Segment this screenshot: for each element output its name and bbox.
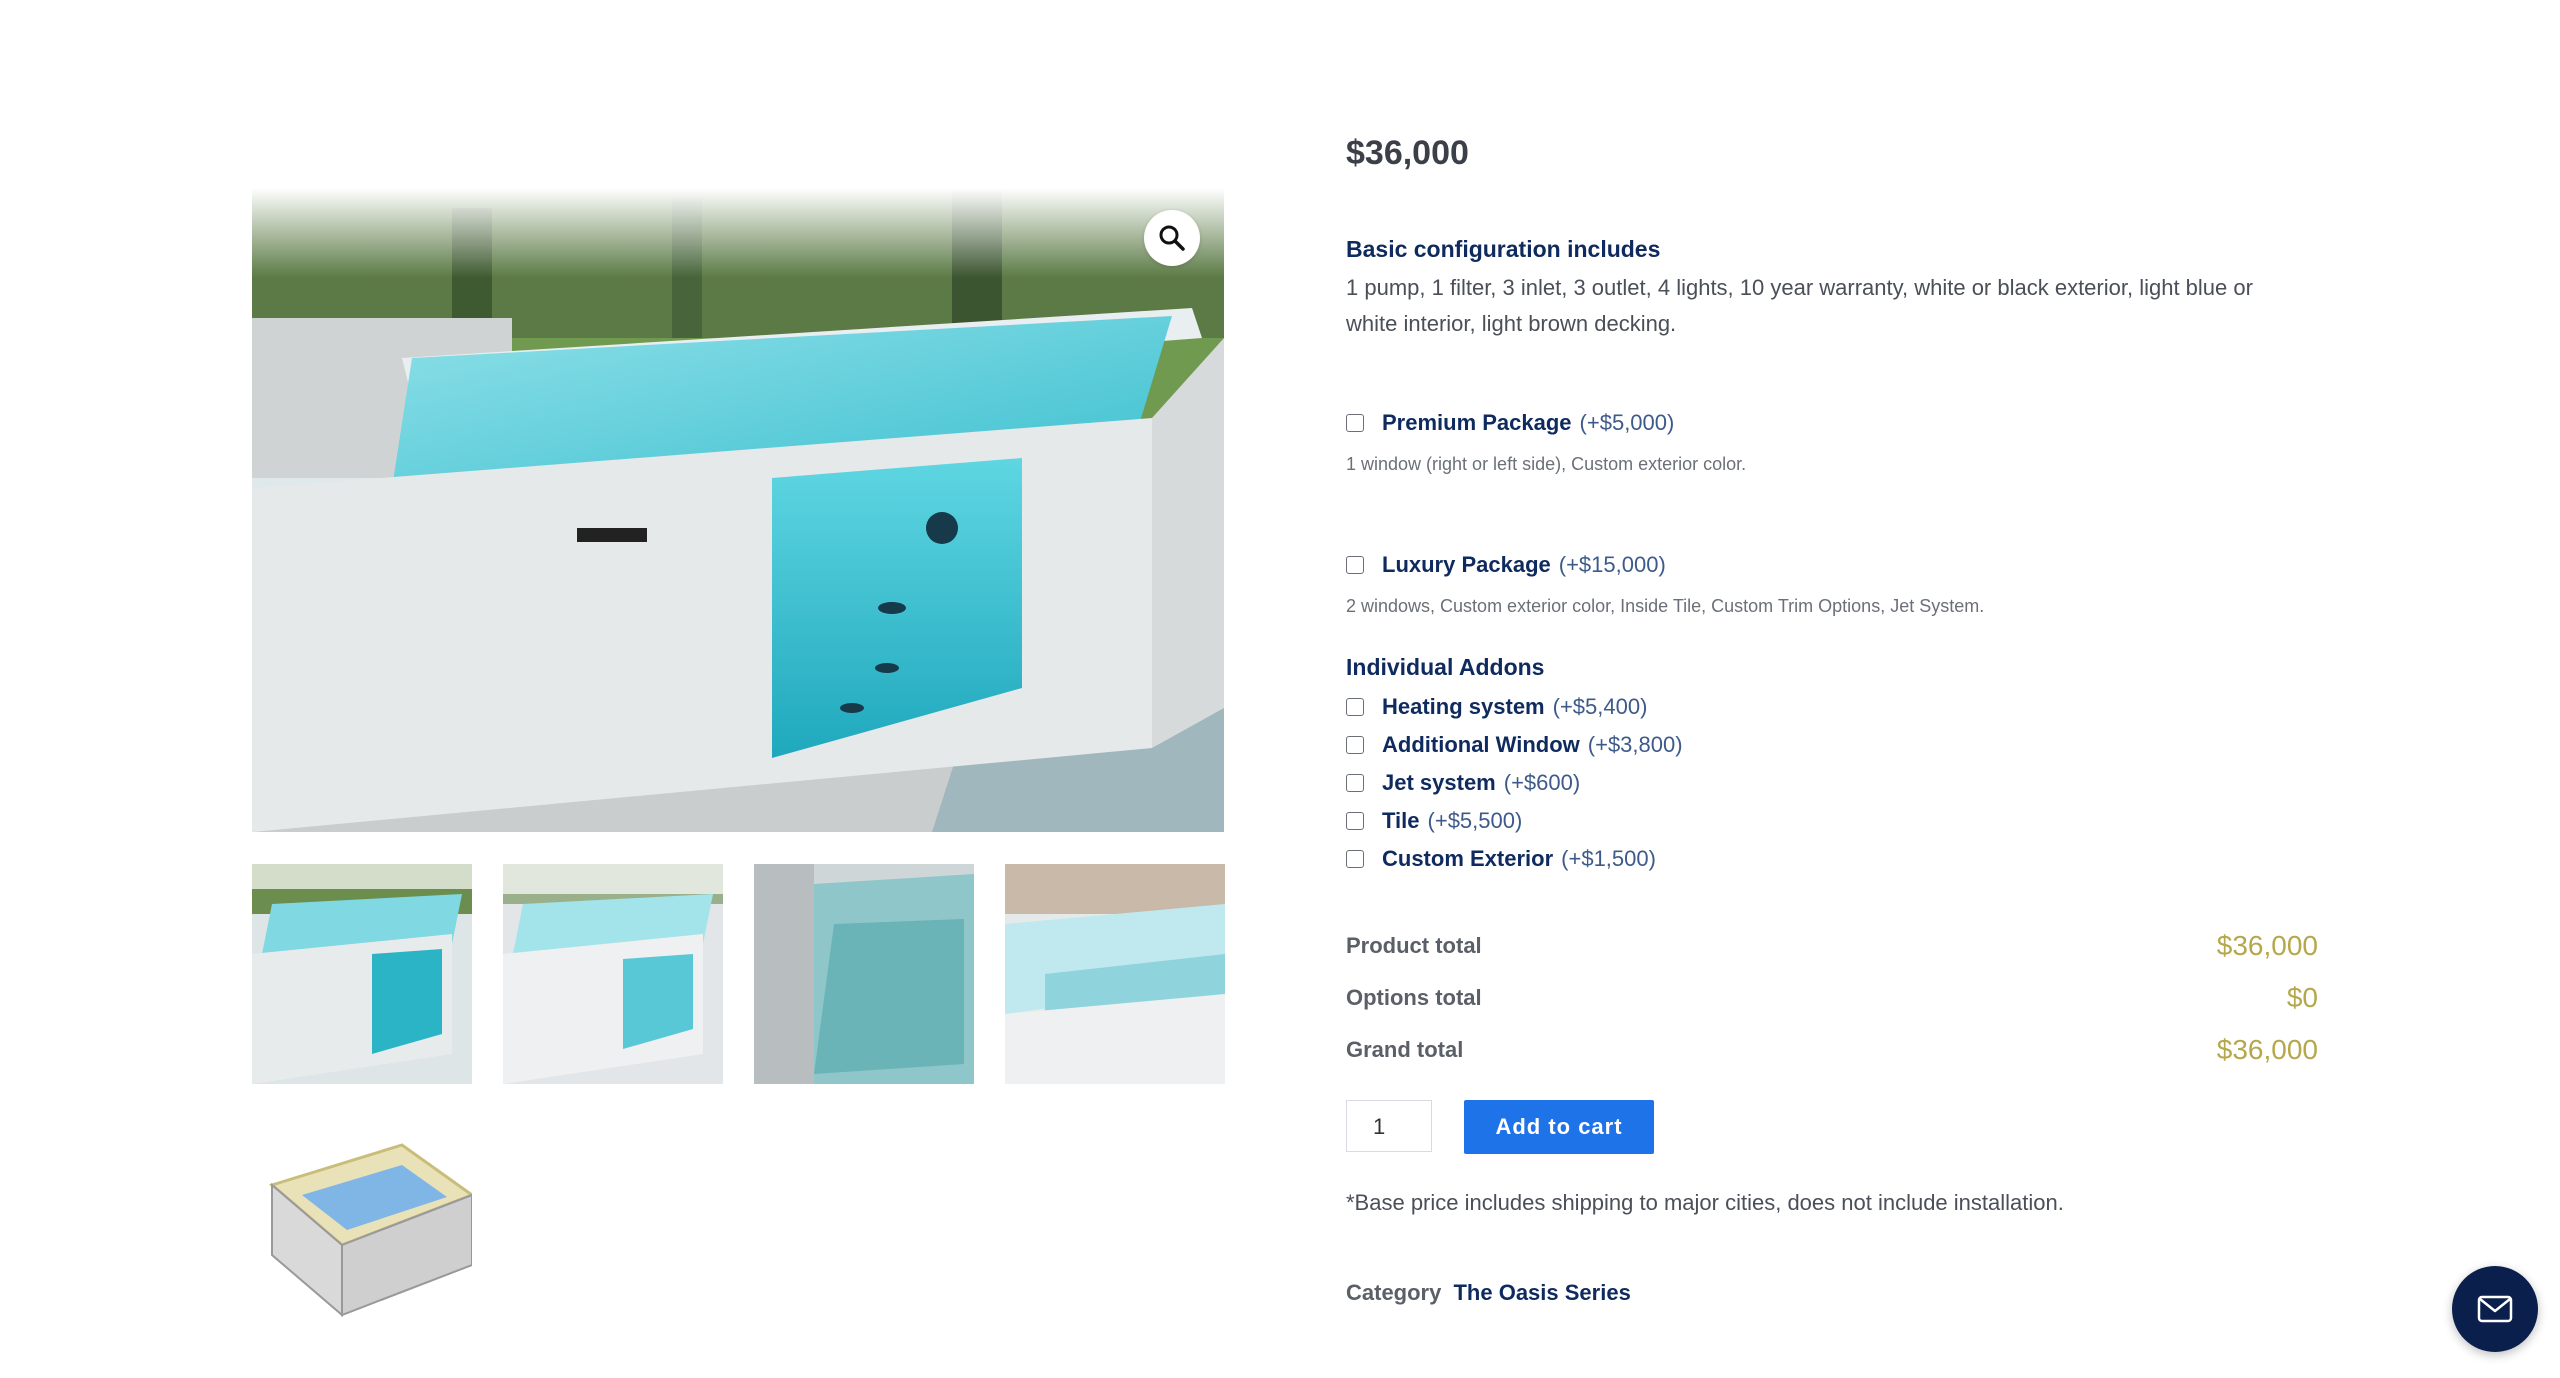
addon-price: (+$1,500): [1561, 846, 1656, 871]
grand-total-row: Grand total $36,000: [1346, 1034, 2318, 1066]
option-name: Luxury Package: [1382, 552, 1551, 577]
addon-name: Heating system: [1382, 694, 1545, 719]
thumbnail-5[interactable]: [252, 1115, 472, 1335]
addon-price: (+$600): [1503, 770, 1581, 795]
premium-package-description: 1 window (right or left side), Custom ex…: [1346, 454, 1747, 474]
addon-tile[interactable]: Tile (+$5,500): [1346, 808, 1522, 834]
option-price: (+$15,000): [1558, 552, 1666, 577]
basic-config-title: Basic configuration includes: [1346, 236, 1661, 262]
luxury-package-description: 2 windows, Custom exterior color, Inside…: [1346, 596, 1985, 616]
addon-heating-system[interactable]: Heating system (+$5,400): [1346, 694, 1647, 720]
category-label: Category: [1346, 1280, 1442, 1305]
addon-jet-system[interactable]: Jet system (+$600): [1346, 770, 1580, 796]
product-gallery: [252, 188, 1225, 1335]
addon-custom-exterior[interactable]: Custom Exterior (+$1,500): [1346, 846, 1656, 872]
heating-system-checkbox[interactable]: [1346, 698, 1364, 716]
option-luxury-package[interactable]: Luxury Package (+$15,000): [1346, 552, 1666, 578]
thumbnail-4[interactable]: [1005, 864, 1225, 1084]
envelope-icon: [2477, 1295, 2513, 1323]
premium-package-checkbox[interactable]: [1346, 414, 1364, 432]
main-product-image[interactable]: [252, 188, 1224, 832]
addon-price: (+$5,400): [1552, 694, 1648, 719]
contact-button[interactable]: [2452, 1266, 2538, 1352]
addon-price: (+$3,800): [1587, 732, 1683, 757]
quantity-input[interactable]: 1: [1346, 1100, 1432, 1152]
addon-additional-window[interactable]: Additional Window (+$3,800): [1346, 732, 1683, 758]
product-total-row: Product total $36,000: [1346, 930, 2318, 962]
magnifier-icon: [1159, 225, 1185, 251]
addon-price: (+$5,500): [1427, 808, 1523, 833]
option-premium-package[interactable]: Premium Package (+$5,000): [1346, 410, 1674, 436]
options-total-value: $0: [2286, 982, 2318, 1013]
addon-name: Tile: [1382, 808, 1420, 833]
product-price: $36,000: [1346, 134, 1469, 172]
product-total-value: $36,000: [2216, 930, 2318, 961]
options-total-label: Options total: [1346, 985, 1482, 1010]
product-category: Category The Oasis Series: [1346, 1280, 1631, 1306]
addon-name: Custom Exterior: [1382, 846, 1554, 871]
basic-config-text: 1 pump, 1 filter, 3 inlet, 3 outlet, 4 l…: [1346, 275, 2253, 336]
category-link[interactable]: The Oasis Series: [1453, 1280, 1630, 1305]
thumbnail-3[interactable]: [754, 864, 974, 1084]
addons-title: Individual Addons: [1346, 654, 1545, 680]
addon-name: Additional Window: [1382, 732, 1580, 757]
jet-system-checkbox[interactable]: [1346, 774, 1364, 792]
product-total-label: Product total: [1346, 933, 1482, 958]
luxury-package-checkbox[interactable]: [1346, 556, 1364, 574]
tile-checkbox[interactable]: [1346, 812, 1364, 830]
options-total-row: Options total $0: [1346, 982, 2318, 1014]
thumbnail-1[interactable]: [252, 864, 472, 1084]
thumbnail-2[interactable]: [503, 864, 723, 1084]
grand-total-value: $36,000: [2216, 1034, 2318, 1065]
zoom-button[interactable]: [1144, 210, 1200, 266]
option-name: Premium Package: [1382, 410, 1572, 435]
add-to-cart-button[interactable]: Add to cart: [1464, 1100, 1654, 1154]
shipping-note: *Base price includes shipping to major c…: [1346, 1190, 2064, 1215]
custom-exterior-checkbox[interactable]: [1346, 850, 1364, 868]
grand-total-label: Grand total: [1346, 1037, 1464, 1062]
option-price: (+$5,000): [1579, 410, 1675, 435]
additional-window-checkbox[interactable]: [1346, 736, 1364, 754]
addon-name: Jet system: [1382, 770, 1496, 795]
